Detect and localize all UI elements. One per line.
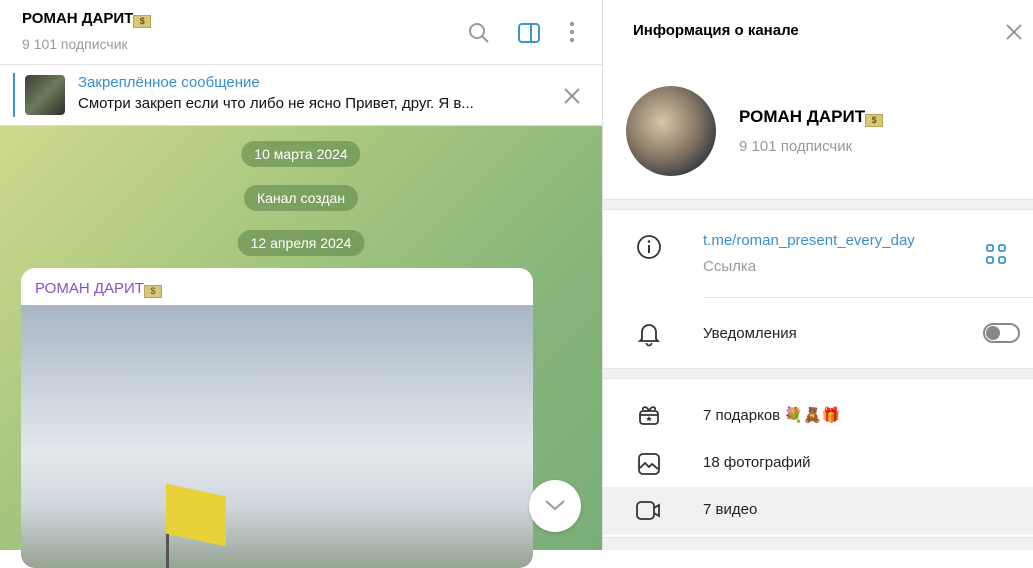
channel-avatar[interactable]: [626, 86, 716, 176]
pinned-indicator: [13, 73, 15, 117]
chat-title-text: РОМАН ДАРИТ: [22, 10, 134, 27]
more-menu-icon[interactable]: [562, 20, 582, 44]
notifications-label: Уведомления: [703, 325, 797, 342]
info-header-title: Информация о канале: [633, 22, 799, 39]
message-author[interactable]: РОМАН ДАРИТ $: [35, 280, 162, 298]
link-label: Ссылка: [703, 258, 757, 275]
sidebar-toggle-icon[interactable]: [517, 21, 541, 45]
message-bubble[interactable]: РОМАН ДАРИТ $: [21, 268, 533, 568]
chevron-down-icon: [545, 500, 565, 511]
author-text: РОМАН ДАРИТ: [35, 280, 144, 297]
channel-name: РОМАН ДАРИТ $: [739, 107, 884, 127]
gifts-label: 7 подарков: [703, 407, 781, 424]
close-icon[interactable]: [563, 87, 581, 105]
toggle-knob: [986, 326, 1000, 340]
chat-panel: РОМАН ДАРИТ $ 9 101 подписчик Закреплённо…: [0, 0, 602, 568]
flag: [166, 483, 226, 547]
section-separator: [603, 537, 1033, 550]
photos-row[interactable]: 18 фотографий: [703, 454, 811, 471]
channel-subscribers: 9 101 подписчик: [739, 138, 853, 155]
money-emoji: $: [143, 285, 162, 298]
section-separator: [603, 368, 1033, 379]
service-message: Канал создан: [243, 185, 359, 211]
videos-row-highlight[interactable]: [603, 487, 1033, 535]
gifts-row[interactable]: 7 подарков 💐🧸🎁: [703, 406, 840, 424]
scroll-down-button[interactable]: [529, 480, 581, 532]
channel-name-text: РОМАН ДАРИТ: [739, 107, 866, 126]
gift-icon: [639, 406, 659, 425]
chat-title[interactable]: РОМАН ДАРИТ $: [22, 10, 152, 28]
bell-icon: [637, 324, 661, 347]
notifications-toggle[interactable]: [983, 323, 1020, 343]
pinned-thumbnail: [25, 75, 65, 115]
date-pill: 12 апреля 2024: [237, 230, 365, 256]
search-icon[interactable]: [467, 21, 491, 45]
photo-icon: [638, 453, 660, 475]
message-photo[interactable]: [21, 305, 533, 568]
channel-info-panel: Информация о канале РОМАН ДАРИТ $ 9 101 п…: [603, 0, 1033, 550]
chat-header[interactable]: РОМАН ДАРИТ $ 9 101 подписчик: [0, 0, 602, 65]
money-emoji: $: [133, 15, 152, 28]
money-emoji: $: [865, 114, 884, 127]
videos-row[interactable]: 7 видео: [703, 501, 757, 518]
channel-link[interactable]: t.me/roman_present_every_day: [703, 232, 915, 249]
chat-area[interactable]: 10 марта 2024 Канал создан 12 апреля 202…: [0, 126, 602, 568]
close-icon[interactable]: [1005, 23, 1023, 41]
video-icon: [636, 501, 660, 520]
date-pill: 10 марта 2024: [241, 141, 361, 167]
pinned-text: Смотри закреп если что либо не ясно Прив…: [78, 95, 474, 112]
pinned-title: Закреплённое сообщение: [78, 74, 260, 91]
row-divider: [703, 297, 1033, 298]
pinned-message-bar[interactable]: Закреплённое сообщение Смотри закреп есл…: [0, 66, 602, 126]
chat-subscribers: 9 101 подписчик: [22, 36, 128, 52]
info-icon: [637, 235, 661, 259]
qr-code-icon[interactable]: [986, 244, 1006, 264]
gift-emojis: 💐🧸🎁: [784, 407, 841, 424]
section-separator: [603, 199, 1033, 210]
